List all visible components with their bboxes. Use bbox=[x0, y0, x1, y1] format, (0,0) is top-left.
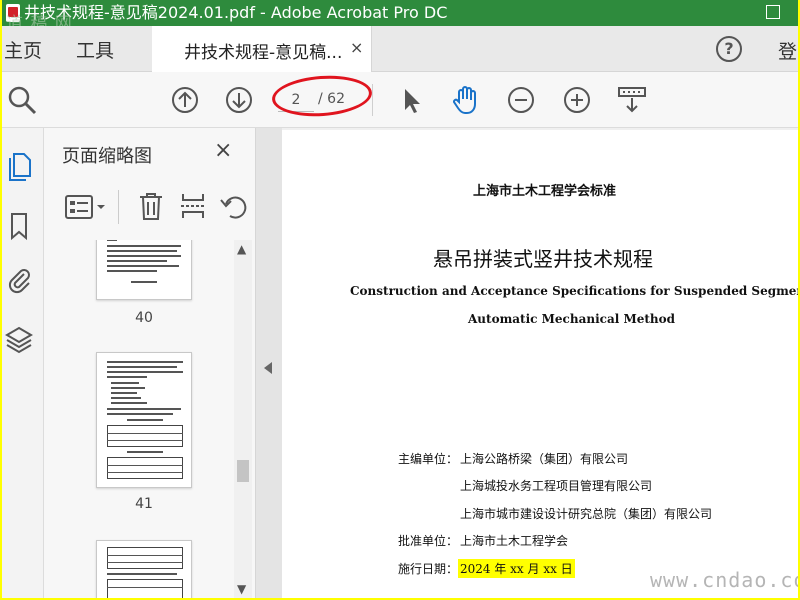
close-tab-icon[interactable]: × bbox=[350, 38, 363, 57]
tab-document[interactable]: 井技术规程-意见稿... × bbox=[152, 26, 372, 72]
thumbnail-page-number: 41 bbox=[135, 496, 153, 512]
zoom-in-icon[interactable] bbox=[562, 85, 592, 115]
tab-tools[interactable]: 工具 bbox=[76, 36, 114, 63]
toolbar-divider bbox=[372, 84, 373, 116]
thumbnail-page-number: 40 bbox=[135, 310, 153, 326]
approval-label: 批准单位： bbox=[398, 534, 459, 548]
chief-editor-1: 上海公路桥梁（集团）有限公司 bbox=[460, 452, 629, 466]
chief-editor-2: 上海城投水务工程项目管理有限公司 bbox=[460, 479, 653, 493]
scrollbar-thumb[interactable] bbox=[237, 460, 249, 482]
thumbnail-page-41[interactable] bbox=[96, 352, 192, 488]
effective-date-value: 2024 年 xx 月 xx 日 bbox=[458, 559, 575, 578]
document-title-en-line-2: Automatic Mechanical Method bbox=[468, 312, 676, 326]
chief-editor-label: 主编单位： bbox=[398, 452, 459, 466]
thumbnail-page-next[interactable] bbox=[96, 540, 192, 598]
thumbnail-list: 40 41 bbox=[44, 240, 234, 598]
page-thumbnails-icon[interactable] bbox=[4, 150, 34, 182]
acrobat-window: 井技术规程-意见稿2024.01.pdf - Adobe Acrobat Pro… bbox=[2, 0, 798, 598]
document-tab-label: 井技术规程-意见稿... bbox=[184, 43, 343, 63]
document-title-en-line-1: Construction and Acceptance Specificatio… bbox=[350, 284, 798, 298]
layers-icon[interactable] bbox=[4, 324, 34, 356]
page-thumbnails-panel: 页面缩略图 × 40 41 ▲ ▼ bbox=[44, 128, 256, 598]
effective-date-label: 施行日期： bbox=[398, 562, 459, 576]
chevron-down-icon[interactable]: ▼ bbox=[237, 582, 246, 596]
window-title: 井技术规程-意见稿2024.01.pdf - Adobe Acrobat Pro… bbox=[24, 3, 448, 22]
tab-home[interactable]: 主页 bbox=[4, 36, 42, 63]
attachments-icon[interactable] bbox=[4, 264, 34, 296]
bookmarks-icon[interactable] bbox=[4, 210, 34, 242]
delete-page-icon[interactable] bbox=[136, 190, 166, 222]
chevron-up-icon[interactable]: ▲ bbox=[237, 242, 246, 256]
site-watermark: www.cndao.com bbox=[650, 568, 798, 592]
page-down-icon[interactable] bbox=[224, 85, 254, 115]
toolbar: / 62 bbox=[2, 72, 798, 128]
hand-tool-icon[interactable] bbox=[450, 84, 482, 116]
sign-in-button[interactable]: 登 bbox=[778, 37, 797, 64]
title-bar: 井技术规程-意见稿2024.01.pdf - Adobe Acrobat Pro… bbox=[2, 0, 798, 34]
help-icon[interactable]: ? bbox=[716, 36, 742, 62]
rotate-page-icon[interactable] bbox=[218, 190, 248, 222]
select-arrow-icon[interactable] bbox=[400, 86, 424, 116]
thumbnail-toolbar-divider bbox=[118, 190, 119, 224]
close-panel-icon[interactable]: × bbox=[214, 138, 232, 163]
zoom-out-icon[interactable] bbox=[506, 85, 536, 115]
document-title-cn: 悬吊拼装式竖井技术规程 bbox=[433, 247, 653, 271]
document-page: 上海市土木工程学会标准 悬吊拼装式竖井技术规程 Construction and… bbox=[282, 130, 798, 598]
insert-page-icon[interactable] bbox=[178, 190, 208, 222]
thumbnail-page-40[interactable] bbox=[96, 240, 192, 300]
maximize-button[interactable] bbox=[766, 5, 780, 19]
panel-splitter[interactable] bbox=[256, 128, 282, 598]
search-zoom-icon[interactable] bbox=[6, 84, 38, 116]
approval-unit: 上海市土木工程学会 bbox=[460, 534, 569, 548]
scroll-mode-icon[interactable] bbox=[616, 84, 648, 116]
thumbnail-options-icon[interactable] bbox=[64, 192, 108, 222]
page-up-icon[interactable] bbox=[170, 85, 200, 115]
panel-title: 页面缩略图 bbox=[62, 146, 152, 167]
red-annotation-circle bbox=[270, 72, 374, 120]
thumbnail-scrollbar[interactable]: ▲ ▼ bbox=[234, 240, 252, 598]
left-navigation-rail bbox=[2, 128, 44, 598]
thumbnail-toolbar bbox=[44, 180, 256, 234]
tab-bar: 主页 工具 井技术规程-意见稿... × ? 登 bbox=[2, 26, 798, 72]
chief-editor-3: 上海市城市建设设计研究总院（集团）有限公司 bbox=[460, 507, 713, 521]
collapse-panel-icon[interactable] bbox=[264, 362, 272, 374]
standard-organization: 上海市土木工程学会标准 bbox=[473, 184, 617, 199]
